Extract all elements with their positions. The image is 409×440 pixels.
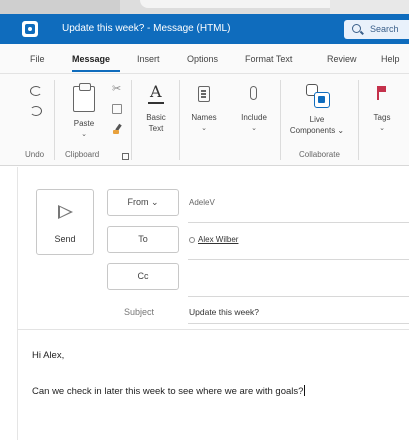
search-placeholder: Search [370, 24, 399, 34]
flag-icon [377, 86, 387, 100]
format-painter-icon[interactable] [113, 124, 123, 134]
from-label: From [127, 197, 149, 207]
body-greeting[interactable]: Hi Alex, [32, 350, 64, 361]
body-text-line[interactable]: Can we check in later this week to see w… [32, 385, 306, 397]
left-divider [17, 167, 18, 440]
search-box[interactable]: Search [344, 20, 409, 39]
active-tab-indicator [72, 70, 120, 72]
subject-label: Subject [124, 307, 155, 317]
group-separator [358, 80, 359, 160]
include-label: Include [241, 113, 267, 122]
tab-review[interactable]: Review [327, 54, 357, 64]
group-separator [280, 80, 281, 160]
group-label-clipboard: Clipboard [65, 150, 100, 159]
tab-insert[interactable]: Insert [137, 54, 160, 64]
dialog-launcher-icon[interactable] [122, 153, 129, 160]
chevron-down-icon: ⌄ [379, 125, 385, 132]
chevron-down-icon: ⌄ [150, 197, 159, 207]
scissors-icon[interactable]: ✂ [112, 82, 121, 95]
paste-label: Paste [73, 119, 95, 128]
cc-field[interactable] [189, 272, 389, 284]
to-button[interactable]: To [107, 226, 179, 253]
text-cursor [304, 385, 306, 396]
send-label: Send [54, 234, 76, 244]
to-label: To [138, 234, 148, 244]
body-text: Can we check in later this week to see w… [32, 386, 304, 397]
names-button[interactable]: Names ⌄ [184, 82, 224, 134]
recipient-chip[interactable]: Alex Wilber [198, 235, 238, 244]
to-field[interactable]: Alex Wilber [189, 235, 238, 244]
tab-options[interactable]: Options [187, 54, 218, 64]
copy-icon[interactable] [112, 104, 122, 114]
address-book-icon [198, 86, 210, 102]
tab-help[interactable]: Help [381, 54, 400, 64]
group-label-undo: Undo [25, 150, 45, 159]
paperclip-icon [250, 86, 257, 100]
field-divider [188, 259, 409, 260]
group-separator [131, 80, 132, 160]
undo-icon[interactable] [30, 86, 42, 96]
ribbon: Undo Paste ⌄ ✂ Clipboard A Basic Text Na… [0, 74, 409, 166]
tags-label: Tags [373, 113, 391, 122]
live-components-label-2: Components ⌄ [289, 126, 345, 135]
title-bar: Update this week? - Message (HTML) Searc… [0, 14, 409, 44]
redo-icon[interactable] [30, 106, 42, 116]
tab-file[interactable]: File [30, 54, 45, 64]
include-button[interactable]: Include ⌄ [232, 82, 276, 134]
cc-button[interactable]: Cc [107, 263, 179, 290]
paste-button[interactable]: Paste ⌄ [64, 82, 104, 140]
live-components-label: Live [309, 115, 325, 124]
basic-text-label-2: Text [148, 124, 164, 133]
send-button[interactable]: Send [36, 189, 94, 255]
live-components-icon [306, 84, 330, 108]
live-components-button[interactable]: Live Components ⌄ [286, 80, 348, 136]
window-title: Update this week? - Message (HTML) [62, 23, 231, 34]
tags-button[interactable]: Tags ⌄ [364, 82, 400, 134]
names-label: Names [191, 113, 217, 122]
chevron-down-icon: ⌄ [251, 125, 257, 132]
background-photo-strip [0, 0, 409, 14]
presence-status-icon [189, 236, 195, 243]
group-separator [54, 80, 55, 160]
ribbon-tab-bar: File Message Insert Options Format Text … [0, 44, 409, 74]
basic-text-label: Basic [146, 113, 166, 122]
from-button[interactable]: From ⌄ [107, 189, 179, 216]
field-divider [188, 323, 409, 324]
subject-field[interactable]: Update this week? [189, 307, 259, 317]
compose-area: Send From ⌄ AdeleV To Alex Wilber Cc Sub… [0, 167, 409, 440]
tab-message[interactable]: Message [72, 54, 110, 64]
field-divider [188, 222, 409, 223]
field-divider [188, 296, 409, 297]
send-icon [58, 205, 73, 219]
group-label-collaborate: Collaborate [299, 150, 340, 159]
outlook-app-icon [22, 21, 38, 37]
tab-format-text[interactable]: Format Text [245, 54, 292, 64]
group-separator [179, 80, 180, 160]
clipboard-paste-icon [73, 83, 95, 112]
search-icon [352, 24, 361, 33]
chevron-down-icon: ⌄ [201, 125, 207, 132]
from-value: AdeleV [189, 198, 215, 207]
basic-text-button[interactable]: A Basic Text [139, 82, 173, 134]
font-a-icon: A [148, 82, 164, 104]
body-divider [17, 329, 409, 330]
cc-label: Cc [137, 271, 149, 281]
chevron-down-icon: ⌄ [81, 131, 87, 138]
